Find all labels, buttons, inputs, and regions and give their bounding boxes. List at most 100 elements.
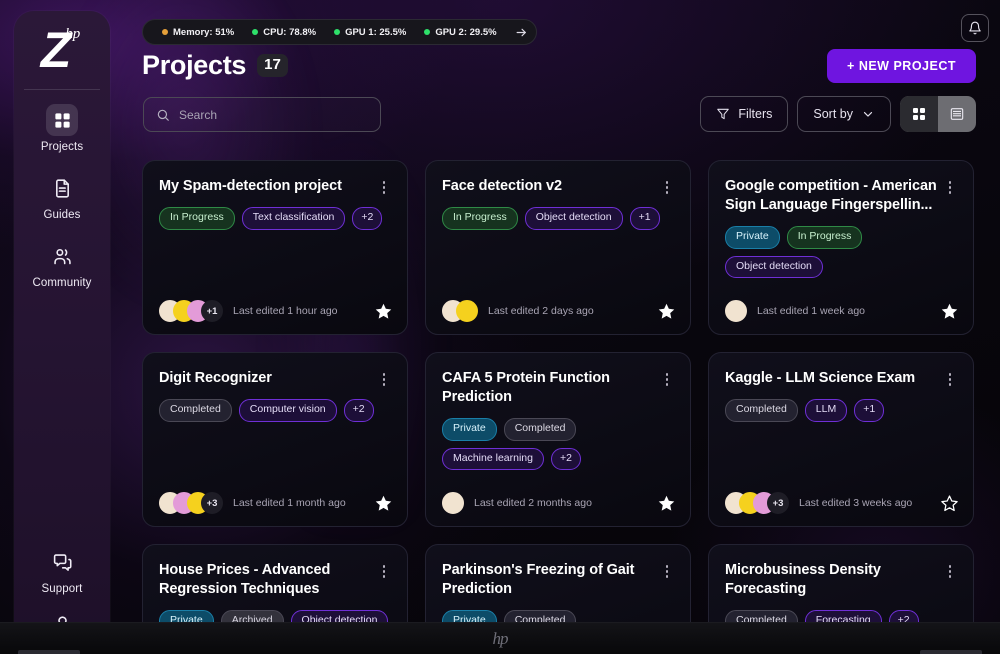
project-title: Kaggle - LLM Science Exam — [725, 369, 937, 388]
project-tag[interactable]: Completed — [159, 399, 232, 422]
project-card[interactable]: Digit Recognizer Completed Computer visio… — [142, 352, 408, 527]
card-header: Face detection v2 — [442, 177, 674, 196]
project-tag[interactable]: +2 — [551, 448, 581, 471]
bezel-foot-right — [920, 650, 982, 654]
project-tag[interactable]: Completed — [725, 399, 798, 422]
filters-button[interactable]: Filters — [700, 96, 788, 132]
project-card[interactable]: CAFA 5 Protein Function Prediction Priva… — [425, 352, 691, 527]
project-tag[interactable]: +2 — [344, 399, 374, 422]
grid-icon — [53, 111, 72, 130]
card-menu-button[interactable] — [377, 369, 391, 386]
project-tag[interactable]: +2 — [352, 207, 382, 230]
project-card[interactable]: Kaggle - LLM Science Exam Completed LLM +1… — [708, 352, 974, 527]
project-tag[interactable]: Private — [442, 610, 497, 622]
app-logo[interactable]: Z hp — [14, 11, 110, 89]
project-card[interactable]: Microbusiness Density Forecasting Comple… — [708, 544, 974, 622]
project-tag[interactable]: Archived — [221, 610, 284, 622]
avatar-group — [442, 300, 478, 322]
project-tags: Private Completed Machine learning +2 — [442, 418, 674, 470]
project-tag[interactable]: +2 — [889, 610, 919, 622]
project-tag[interactable]: Completed — [725, 610, 798, 622]
sidebar-item-community[interactable]: Community — [14, 240, 110, 289]
project-tag[interactable]: Completed — [504, 610, 577, 622]
notifications-button[interactable] — [961, 14, 989, 42]
star-filled-icon[interactable] — [657, 494, 676, 513]
new-project-button[interactable]: + NEW PROJECT — [827, 49, 976, 83]
star-filled-icon[interactable] — [374, 302, 393, 321]
sidebar-item-projects[interactable]: Projects — [14, 104, 110, 153]
document-icon — [52, 178, 73, 199]
card-footer: +3 Last edited 3 weeks ago — [725, 492, 959, 514]
project-tag[interactable]: +1 — [854, 399, 884, 422]
project-tag[interactable]: Machine learning — [442, 448, 544, 471]
avatar-group — [725, 300, 747, 322]
card-menu-button[interactable] — [943, 561, 957, 578]
search-input[interactable] — [179, 108, 368, 122]
filters-label: Filters — [738, 107, 772, 121]
project-tag[interactable]: +1 — [630, 207, 660, 230]
stat-label: CPU: 78.8% — [263, 27, 316, 38]
avatar-overflow-count: +3 — [201, 492, 223, 514]
project-tag[interactable]: Forecasting — [805, 610, 882, 622]
card-header: Google competition - American Sign Langu… — [725, 177, 957, 215]
project-tag[interactable]: Private — [725, 226, 780, 249]
project-tag[interactable]: Private — [442, 418, 497, 441]
hp-logo-mark: hp — [65, 26, 80, 43]
people-icon — [52, 246, 73, 267]
project-card[interactable]: Google competition - American Sign Langu… — [708, 160, 974, 335]
card-menu-button[interactable] — [943, 369, 957, 386]
project-tag[interactable]: Object detection — [525, 207, 623, 230]
project-tag[interactable]: In Progress — [159, 207, 235, 230]
sidebar-item-support[interactable]: Support — [14, 546, 110, 595]
toolbar: Filters Sort by — [700, 96, 976, 132]
project-tag[interactable]: Object detection — [725, 256, 823, 279]
project-tag[interactable]: Object detection — [291, 610, 389, 622]
sidebar-item-guides[interactable]: Guides — [14, 172, 110, 221]
project-tag[interactable]: Text classification — [242, 207, 346, 230]
avatar — [725, 300, 747, 322]
card-menu-button[interactable] — [943, 177, 957, 194]
sort-by-button[interactable]: Sort by — [797, 96, 891, 132]
chat-support-icon — [52, 552, 73, 573]
project-tag[interactable]: Completed — [504, 418, 577, 441]
project-card[interactable]: Face detection v2 In Progress Object dete… — [425, 160, 691, 335]
project-tag[interactable]: Private — [159, 610, 214, 622]
last-edited-text: Last edited 1 month ago — [233, 497, 364, 509]
project-title: Digit Recognizer — [159, 369, 371, 388]
card-menu-button[interactable] — [660, 369, 674, 386]
project-title: Parkinson's Freezing of Gait Prediction — [442, 561, 654, 599]
project-card[interactable]: Parkinson's Freezing of Gait Prediction … — [425, 544, 691, 622]
card-header: Parkinson's Freezing of Gait Prediction — [442, 561, 674, 599]
main-content: Memory: 51% CPU: 78.8% GPU 1: 25.5% GPU … — [126, 0, 1000, 622]
star-filled-icon[interactable] — [940, 302, 959, 321]
avatar-group: +1 — [159, 300, 223, 322]
card-menu-button[interactable] — [660, 561, 674, 578]
list-view-icon — [949, 106, 965, 122]
star-filled-icon[interactable] — [657, 302, 676, 321]
stat-label: Memory: 51% — [173, 27, 234, 38]
card-header: Microbusiness Density Forecasting — [725, 561, 957, 599]
project-tag[interactable]: In Progress — [442, 207, 518, 230]
card-menu-button[interactable] — [377, 177, 391, 194]
project-tags: Completed LLM +1 — [725, 399, 957, 422]
star-outline-icon[interactable] — [940, 494, 959, 513]
project-tag[interactable]: In Progress — [787, 226, 863, 249]
card-menu-button[interactable] — [660, 177, 674, 194]
project-card[interactable]: My Spam-detection project In ProgressTex… — [142, 160, 408, 335]
stats-next-button[interactable] — [510, 21, 534, 43]
project-card[interactable]: House Prices - Advanced Regression Techn… — [142, 544, 408, 622]
project-tags: In Progress Text classification +2 — [159, 207, 391, 230]
avatar-overflow-count: +1 — [201, 300, 223, 322]
view-mode-toggle — [900, 96, 976, 132]
search-box[interactable] — [143, 97, 381, 132]
project-tag[interactable]: LLM — [805, 399, 847, 422]
card-menu-button[interactable] — [377, 561, 391, 578]
grid-view-button[interactable] — [900, 96, 938, 132]
list-view-button[interactable] — [938, 96, 976, 132]
laptop-bezel: hp — [0, 622, 1000, 654]
status-dot-icon — [334, 29, 340, 35]
star-filled-icon[interactable] — [374, 494, 393, 513]
project-tag[interactable]: Computer vision — [239, 399, 337, 422]
sidebar-item-label: Community — [32, 277, 91, 289]
avatar-group: +3 — [725, 492, 789, 514]
